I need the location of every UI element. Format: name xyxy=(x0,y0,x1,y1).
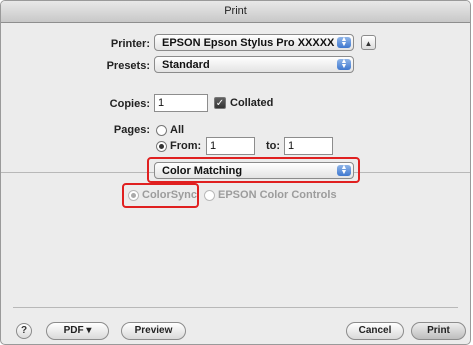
printer-value: EPSON Epson Stylus Pro XXXXX xyxy=(162,37,335,49)
presets-popup[interactable]: Standard ▲ ▼ xyxy=(154,56,354,73)
footer-divider xyxy=(13,307,458,308)
pages-all-radio[interactable] xyxy=(156,125,167,136)
printer-label: Printer: xyxy=(110,38,150,50)
pages-to-field[interactable]: 1 xyxy=(284,137,333,155)
popup-arrows-icon: ▲ ▼ xyxy=(337,36,351,48)
collated-checkbox[interactable]: ✓ xyxy=(214,97,226,109)
help-button[interactable]: ? xyxy=(16,323,32,339)
highlight-colorsync xyxy=(122,183,199,208)
preview-button[interactable]: Preview xyxy=(121,322,186,340)
presets-value: Standard xyxy=(162,59,210,71)
epson-color-controls-label: EPSON Color Controls xyxy=(218,189,337,201)
pages-label: Pages: xyxy=(113,124,150,136)
cancel-button[interactable]: Cancel xyxy=(346,322,404,340)
pages-all-label: All xyxy=(170,124,185,136)
pdf-button[interactable]: PDF ▾ xyxy=(46,322,109,340)
print-dialog: Print Printer: EPSON Epson Stylus Pro XX… xyxy=(0,0,471,345)
pages-to-label: to: xyxy=(266,140,281,152)
presets-label: Presets: xyxy=(106,60,150,72)
copies-label: Copies: xyxy=(109,98,150,110)
pages-from-field[interactable]: 1 xyxy=(206,137,255,155)
printer-popup[interactable]: EPSON Epson Stylus Pro XXXXX ▲ ▼ xyxy=(154,34,354,51)
copies-field[interactable]: 1 xyxy=(154,94,208,112)
pages-from-label: From: xyxy=(170,140,202,152)
collated-label: Collated xyxy=(230,97,274,109)
print-button[interactable]: Print xyxy=(411,322,466,340)
window-title: Print xyxy=(1,1,470,23)
pages-from-radio[interactable] xyxy=(156,141,167,152)
highlight-section-popup xyxy=(147,157,360,183)
expand-dialog-button[interactable]: ▲ xyxy=(361,35,376,50)
popup-arrows-icon: ▲ ▼ xyxy=(337,58,351,70)
epson-color-controls-radio[interactable] xyxy=(204,190,215,201)
